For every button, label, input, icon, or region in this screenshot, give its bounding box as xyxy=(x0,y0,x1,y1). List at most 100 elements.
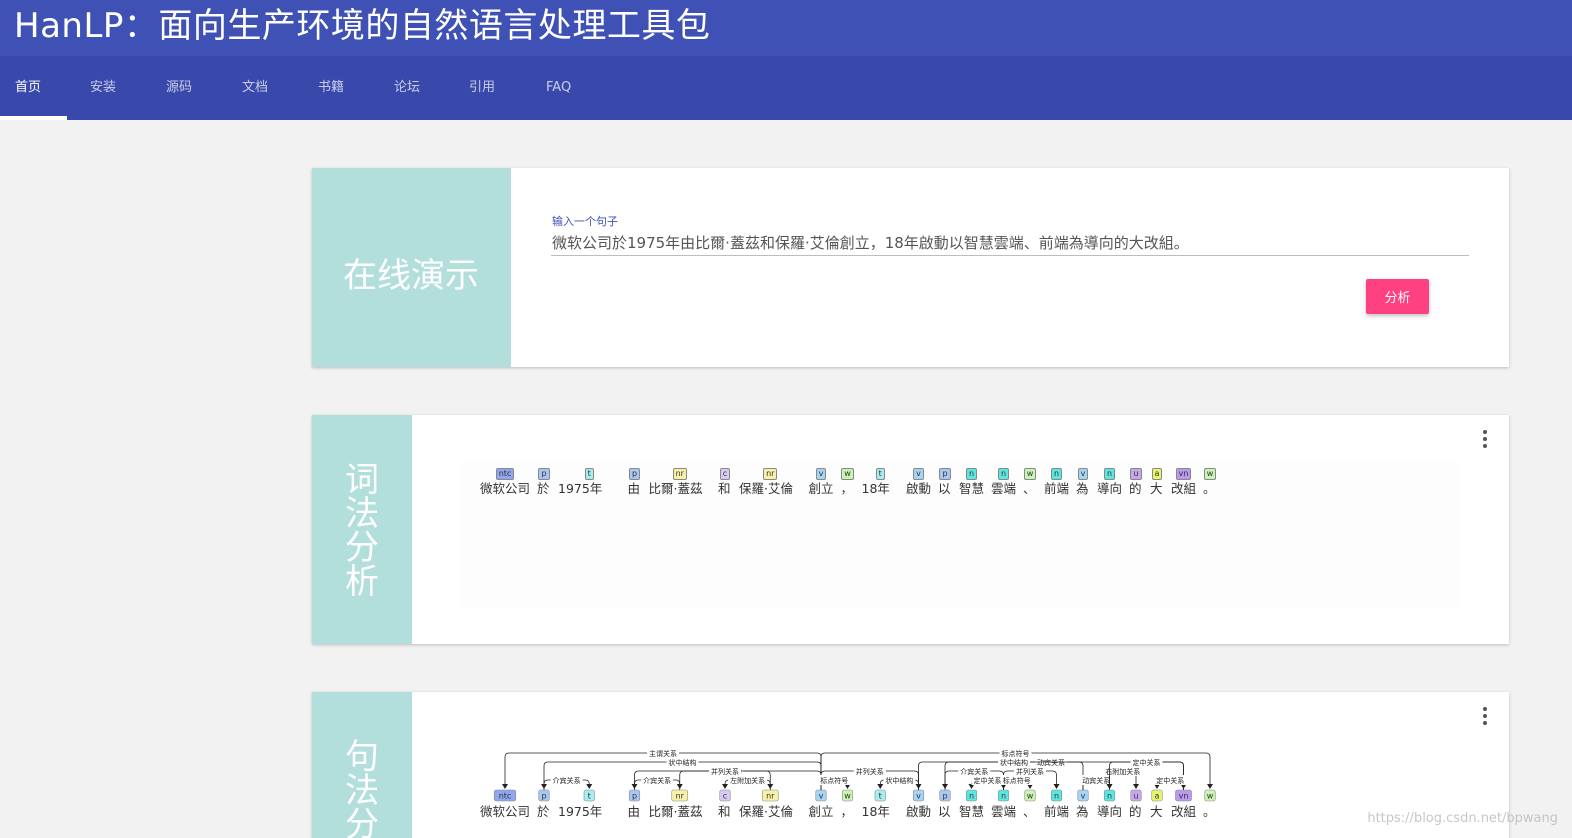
token-word: 的 xyxy=(1129,481,1142,496)
arc-arrowhead xyxy=(586,784,593,789)
arc-label: 并列关系 xyxy=(1016,767,1044,776)
arc-label: 介宾关系 xyxy=(643,776,671,785)
token-word: 智慧 xyxy=(959,481,985,496)
syntax-token: t 1975年 xyxy=(558,789,602,819)
dependency-arc: 标点符号 xyxy=(818,775,851,790)
nav-forum[interactable]: 论坛 xyxy=(394,56,420,120)
lexical-token: w， xyxy=(841,461,855,496)
token-word: 大 xyxy=(1150,481,1163,496)
token-word: ， xyxy=(840,481,854,496)
watermark: https://blog.csdn.net/bpwang xyxy=(1367,811,1558,826)
token-word: 改組 xyxy=(1171,804,1196,819)
nav-install[interactable]: 安装 xyxy=(90,56,116,120)
sentence-input[interactable] xyxy=(551,230,1469,256)
lexical-token: p以 xyxy=(938,461,952,496)
token-word: 為 xyxy=(1076,481,1089,496)
pos-tag: n xyxy=(1054,792,1059,801)
pos-tag: v xyxy=(819,792,824,801)
token-word: 、 xyxy=(1023,804,1036,819)
token-word: 1975年 xyxy=(558,481,603,496)
token-word: 創立 xyxy=(809,804,834,819)
token-word: ， xyxy=(841,804,854,819)
lexical-more-menu-icon[interactable] xyxy=(1482,428,1488,448)
lexical-token: n 導向 xyxy=(1097,461,1122,496)
nav-books[interactable]: 书籍 xyxy=(318,56,344,120)
lexical-token: w、 xyxy=(1023,461,1037,496)
pos-tag: v xyxy=(1081,792,1086,801)
token-word: 大 xyxy=(1150,804,1163,819)
arc-label: 标点符号 xyxy=(820,776,848,785)
lexical-token: nr 保羅·艾倫 xyxy=(739,461,802,496)
pos-tag: c xyxy=(723,792,727,801)
token-word: 於 xyxy=(537,481,550,496)
arc-label: 定中关系 xyxy=(1133,758,1161,767)
lexical-token: p於 xyxy=(537,461,551,496)
nav-home[interactable]: 首页 xyxy=(15,56,41,120)
syntax-token: p由 xyxy=(628,789,641,819)
token-word: 和 xyxy=(718,804,731,819)
syntax-token: a大 xyxy=(1150,789,1163,819)
pos-tag: w xyxy=(1027,792,1034,801)
lexical-token: p由 xyxy=(628,461,642,496)
token-word: 於 xyxy=(537,804,550,819)
lexical-token: t 18年 xyxy=(862,461,900,496)
dependency-arc: 左附加关系 xyxy=(722,775,771,790)
pos-tag: vn xyxy=(1179,792,1189,801)
token-word: 保羅·艾倫 xyxy=(739,481,793,496)
arc-label: 介宾关系 xyxy=(553,776,581,785)
token-word: 由 xyxy=(628,804,641,819)
dependency-arc: 介宾关系 xyxy=(543,775,593,790)
token-word: 為 xyxy=(1076,804,1089,819)
arc-arrowhead xyxy=(877,784,884,789)
demo-card: 在线演示 输入一个句子 分析 xyxy=(312,168,1509,367)
token-word: 導向 xyxy=(1097,804,1122,819)
lexical-token: a大 xyxy=(1150,461,1164,496)
pos-tag: n xyxy=(969,792,974,801)
nav-citation[interactable]: 引用 xyxy=(469,56,495,120)
token-word: 比爾·蓋茲 xyxy=(649,804,703,819)
arc-arrowhead xyxy=(1106,784,1113,789)
syntax-token: w， xyxy=(841,789,854,819)
demo-side-panel: 在线演示 xyxy=(312,168,511,367)
pos-tag: v xyxy=(916,792,921,801)
token-word: 導向 xyxy=(1097,481,1123,496)
dependency-arc: 动宾关系 xyxy=(1080,775,1113,790)
syntax-token: n 智慧 xyxy=(959,789,984,819)
arc-arrowhead xyxy=(1207,784,1213,789)
pos-tag: a xyxy=(1155,792,1160,801)
pos-tag: ntc xyxy=(499,792,512,801)
demo-section-title: 在线演示 xyxy=(343,256,479,296)
token-word: 啟動 xyxy=(906,481,932,496)
lexical-section-title: 词法分析 xyxy=(345,460,379,602)
lexical-token: w。 xyxy=(1203,461,1217,496)
dependency-arc: 标点符号 xyxy=(1000,775,1033,790)
syntax-token: w。 xyxy=(1203,789,1216,819)
arc-arrowhead xyxy=(502,784,508,789)
token-word: 智慧 xyxy=(959,804,984,819)
arc-label: 介宾关系 xyxy=(960,767,988,776)
nav-faq[interactable]: FAQ xyxy=(546,56,571,120)
app-header: HanLP：面向生产环境的自然语言处理工具包 xyxy=(0,0,1572,56)
arc-arrowhead xyxy=(722,784,728,789)
syntax-token: n 導向 xyxy=(1097,789,1122,819)
nav-docs[interactable]: 文档 xyxy=(242,56,268,120)
pos-tag: p xyxy=(541,792,546,801)
token-word: 比爾·蓋茲 xyxy=(648,481,703,496)
syntax-more-menu-icon[interactable] xyxy=(1482,705,1488,725)
syntax-token: t 18年 xyxy=(862,789,890,819)
sentence-input-label: 输入一个句子 xyxy=(552,215,618,228)
lexical-token: ntc 微软公司 xyxy=(480,461,530,496)
pos-tag: nr xyxy=(766,792,775,801)
token-word: 18年 xyxy=(861,481,890,496)
token-word: 。 xyxy=(1203,481,1216,496)
token-word: 以 xyxy=(938,481,951,496)
pos-tag: w xyxy=(1207,792,1214,801)
token-word: 雲端 xyxy=(991,481,1017,496)
pos-tag: t xyxy=(879,792,882,801)
analyze-button[interactable]: 分析 xyxy=(1366,279,1429,314)
pos-tag: p xyxy=(942,792,947,801)
nav-source[interactable]: 源码 xyxy=(166,56,192,120)
active-tab-indicator xyxy=(0,116,67,120)
token-word: 由 xyxy=(627,481,641,496)
arc-label: 状中结构 xyxy=(669,758,697,767)
